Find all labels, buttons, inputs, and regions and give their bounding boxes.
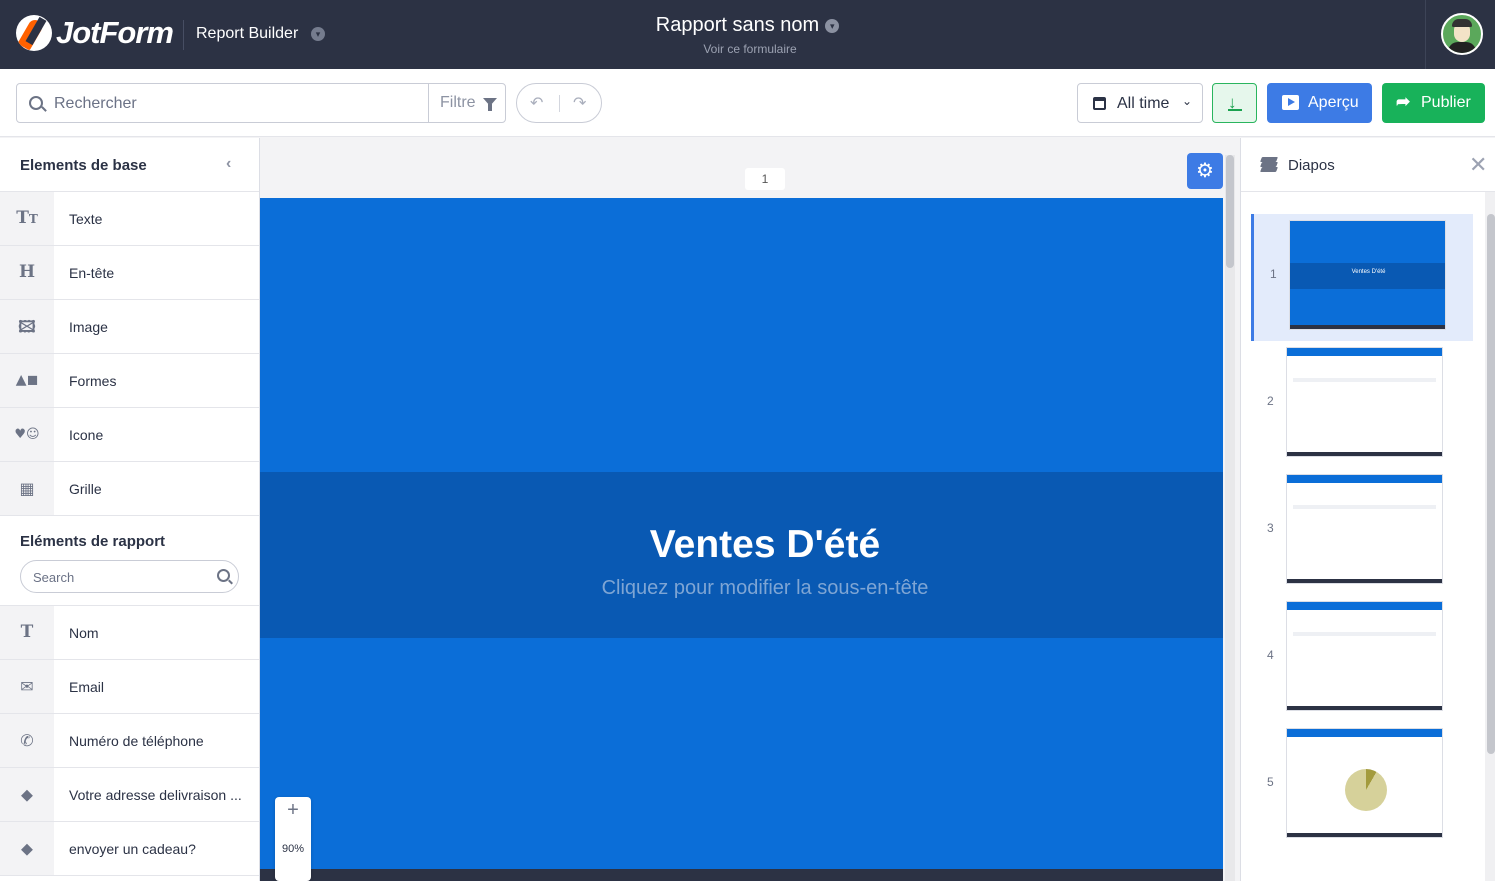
pie-chart-thumbnail: [1345, 769, 1387, 811]
report-element-address[interactable]: ⬥ Votre adresse delivraison ...: [0, 768, 259, 822]
element-grid[interactable]: ▦ Grille: [0, 462, 259, 516]
tag-icon: ⬥: [0, 822, 54, 875]
avatar[interactable]: [1441, 13, 1483, 55]
phone-icon: ✆: [0, 714, 54, 767]
report-elements-search-input[interactable]: Search: [20, 560, 239, 593]
top-bar: JotForm Report Builder ▾ Rapport sans no…: [0, 0, 1495, 69]
undo-icon[interactable]: ↶: [530, 93, 543, 113]
chevron-down-icon[interactable]: ▾: [825, 18, 840, 33]
funnel-icon: [483, 98, 497, 111]
zoom-control: + 90%: [275, 797, 311, 881]
publish-label: Publier: [1421, 94, 1471, 111]
elements-panel: Elements de base ‹ TT Texte H En-tête 🖾 …: [0, 138, 260, 881]
slide-thumbnail[interactable]: 4: [1251, 595, 1473, 722]
divider: [1425, 0, 1426, 69]
undo-redo-group: ↶ ↷: [516, 83, 602, 123]
view-form-link[interactable]: Voir ce formulaire: [0, 42, 1495, 56]
play-icon: [1282, 95, 1299, 110]
element-image[interactable]: 🖾 Image: [0, 300, 259, 354]
zoom-in-button[interactable]: +: [275, 799, 311, 822]
date-range-dropdown[interactable]: All time ⌄: [1077, 83, 1203, 123]
slide-thumbnail[interactable]: 2: [1251, 341, 1473, 468]
basic-elements-title: Elements de base: [20, 157, 147, 174]
gear-icon: ⚙: [1196, 160, 1214, 182]
page-number: 1: [745, 168, 785, 190]
element-text[interactable]: TT Texte: [0, 192, 259, 246]
shapes-icon: ▲◼: [0, 354, 54, 407]
slides-scrollbar[interactable]: [1485, 192, 1495, 881]
zoom-level: 90%: [281, 843, 305, 855]
report-title-group[interactable]: Rapport sans nom ▾: [0, 14, 1495, 37]
slide-canvas: 1 ⚙ Ventes D'été Cliquez pour modifier l…: [260, 138, 1240, 881]
report-element-phone[interactable]: ✆ Numéro de téléphone: [0, 714, 259, 768]
slide-thumbnails: 1 Ventes D'été 2 3 4 5: [1251, 214, 1473, 849]
layers-icon: [1260, 157, 1278, 172]
slide-footer: [260, 869, 1223, 881]
chevron-down-icon: ⌄: [1182, 94, 1193, 108]
report-title[interactable]: Rapport sans nom: [656, 14, 819, 36]
slide-title[interactable]: Ventes D'été: [260, 523, 1270, 567]
close-icon[interactable]: ✕: [1469, 152, 1487, 178]
download-button[interactable]: ↓: [1212, 83, 1257, 123]
text-field-icon: T: [0, 606, 54, 659]
slides-title: Diapos: [1288, 157, 1335, 174]
report-element-email[interactable]: ✉ Email: [0, 660, 259, 714]
element-heading[interactable]: H En-tête: [0, 246, 259, 300]
search-placeholder: Rechercher: [54, 95, 137, 112]
element-shapes[interactable]: ▲◼ Formes: [0, 354, 259, 408]
element-icon[interactable]: ♥☺ Icone: [0, 408, 259, 462]
tag-icon: ⬥: [0, 768, 54, 821]
image-icon: 🖾: [0, 300, 54, 353]
grid-icon: ▦: [0, 462, 54, 515]
slide-thumbnail[interactable]: 5: [1251, 722, 1473, 849]
preview-label: Aperçu: [1308, 94, 1359, 111]
slide-settings-button[interactable]: ⚙: [1187, 153, 1223, 189]
report-elements-title: Eléments de rapport: [20, 533, 166, 550]
report-elements-header: Eléments de rapport Search: [0, 516, 259, 606]
calendar-icon: [1093, 97, 1106, 110]
slide[interactable]: Ventes D'été Cliquez pour modifier la so…: [260, 198, 1223, 881]
icon-set-icon: ♥☺: [0, 408, 54, 461]
filter-button[interactable]: Filtre: [428, 83, 506, 123]
text-icon: TT: [0, 192, 54, 245]
title-band[interactable]: Ventes D'été Cliquez pour modifier la so…: [260, 472, 1223, 638]
search-icon: [29, 96, 43, 110]
toolbar: Rechercher Filtre ↶ ↷ All time ⌄ ↓ Aperç…: [0, 69, 1495, 137]
slide-subtitle[interactable]: Cliquez pour modifier la sous-en-tête: [260, 577, 1270, 600]
redo-icon[interactable]: ↷: [573, 93, 586, 113]
preview-button[interactable]: Aperçu: [1267, 83, 1372, 123]
date-range-label: All time: [1117, 95, 1170, 112]
report-element-nom[interactable]: T Nom: [0, 606, 259, 660]
slides-header: Diapos ✕: [1241, 138, 1495, 192]
publish-button[interactable]: ➦ Publier: [1382, 83, 1485, 123]
chevron-left-icon[interactable]: ‹: [226, 155, 231, 173]
slide-thumbnail[interactable]: 3: [1251, 468, 1473, 595]
share-arrow-icon: ➦: [1396, 92, 1411, 111]
report-element-gift[interactable]: ⬥ envoyer un cadeau?: [0, 822, 259, 876]
slides-panel: Diapos ✕ 1 Ventes D'été 2 3 4 5: [1240, 138, 1495, 881]
slide-thumbnail[interactable]: 1 Ventes D'été: [1251, 214, 1473, 341]
search-input[interactable]: Rechercher: [16, 83, 429, 123]
canvas-scrollbar[interactable]: [1225, 155, 1235, 881]
search-icon: [217, 569, 230, 582]
envelope-icon: ✉: [0, 660, 54, 713]
basic-elements-header: Elements de base ‹: [0, 138, 259, 192]
heading-icon: H: [0, 246, 54, 299]
filter-label: Filtre: [440, 94, 476, 111]
